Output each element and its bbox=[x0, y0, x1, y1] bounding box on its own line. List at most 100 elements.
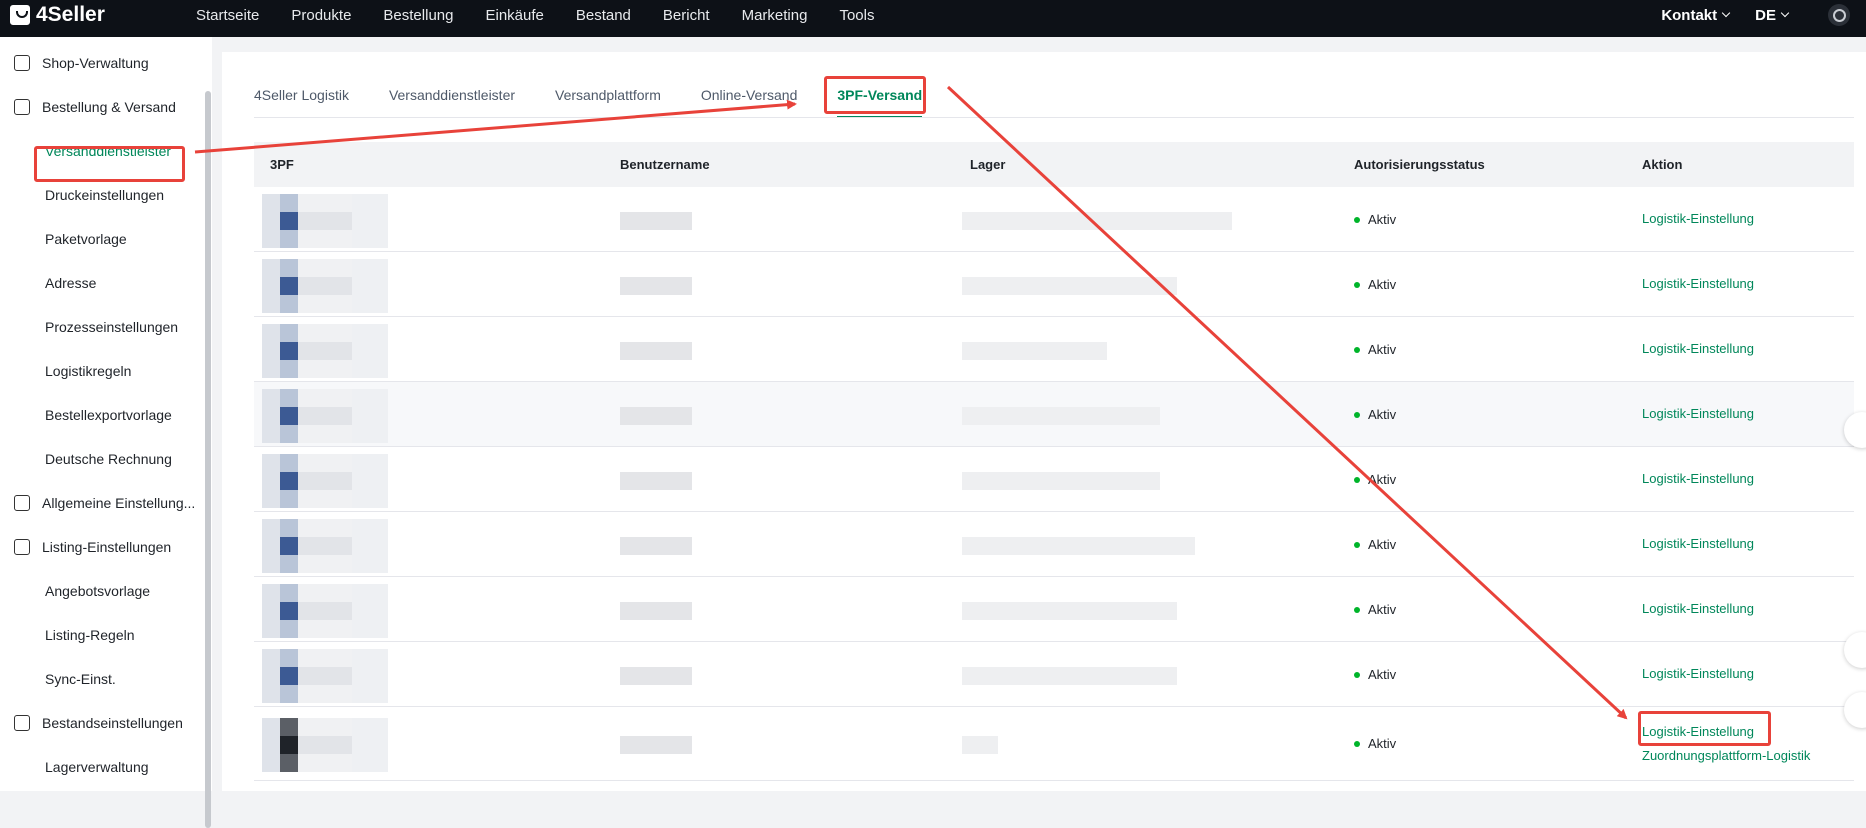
redacted-username bbox=[620, 407, 692, 425]
sidebar-item-12[interactable]: Angebotsvorlage bbox=[0, 569, 200, 613]
status-label: Aktiv bbox=[1368, 736, 1397, 751]
status-label: Aktiv bbox=[1368, 342, 1397, 357]
redacted-warehouse bbox=[962, 472, 1160, 490]
logistics-settings-link[interactable]: Logistik-Einstellung bbox=[1642, 276, 1754, 291]
settings-gear-icon[interactable] bbox=[1828, 4, 1850, 26]
sidebar-item-0[interactable]: Shop-Verwaltung bbox=[0, 41, 200, 85]
status-dot-icon bbox=[1354, 541, 1360, 548]
settings-icon bbox=[14, 495, 30, 511]
status-label: Aktiv bbox=[1368, 667, 1397, 682]
tab-1[interactable]: Versanddienstleister bbox=[389, 80, 515, 118]
sidebar-item-label: Prozesseinstellungen bbox=[45, 319, 179, 335]
logistics-settings-link[interactable]: Logistik-Einstellung bbox=[1642, 211, 1754, 226]
annotation-highlight-sidebar bbox=[34, 146, 185, 182]
order-icon bbox=[14, 99, 30, 115]
shop-icon bbox=[14, 55, 30, 71]
topnav-item-7[interactable]: Tools bbox=[839, 7, 874, 24]
tab-2[interactable]: Versandplattform bbox=[555, 80, 661, 118]
platform-mapping-link[interactable]: Zuordnungsplattform-Logistik bbox=[1642, 748, 1810, 763]
sidebar-item-5[interactable]: Adresse bbox=[0, 261, 200, 305]
logistics-settings-link[interactable]: Logistik-Einstellung bbox=[1642, 666, 1754, 681]
redacted-username bbox=[620, 667, 692, 685]
topnav-item-3[interactable]: Einkäufe bbox=[485, 7, 543, 24]
chevron-down-icon bbox=[1721, 8, 1731, 18]
redacted-logo bbox=[262, 194, 392, 248]
column-header-2: Lager bbox=[970, 157, 1006, 172]
tab-0[interactable]: 4Seller Logistik bbox=[254, 80, 349, 118]
sidebar-item-11[interactable]: Listing-Einstellungen bbox=[0, 525, 200, 569]
listing-icon bbox=[14, 539, 30, 555]
topnav-item-6[interactable]: Marketing bbox=[742, 7, 808, 24]
topnav-item-4[interactable]: Bestand bbox=[576, 7, 631, 24]
redacted-logo bbox=[262, 649, 392, 703]
redacted-warehouse bbox=[962, 277, 1177, 295]
status-label: Aktiv bbox=[1368, 472, 1397, 487]
sidebar-item-label: Adresse bbox=[45, 275, 97, 291]
sidebar-item-label: Paketvorlage bbox=[45, 231, 127, 247]
status-dot-icon bbox=[1354, 346, 1360, 353]
redacted-warehouse bbox=[962, 407, 1160, 425]
logistics-settings-link[interactable]: Logistik-Einstellung bbox=[1642, 601, 1754, 616]
sidebar-item-14[interactable]: Sync-Einst. bbox=[0, 657, 200, 701]
redacted-username bbox=[620, 212, 692, 230]
table-row: Aktiv Logistik-Einstellung Zuordnungsplatt… bbox=[254, 707, 1854, 781]
sidebar-item-label: Allgemeine Einstellung... bbox=[42, 495, 196, 511]
annotation-highlight-tab bbox=[824, 76, 926, 114]
column-header-4: Aktion bbox=[1642, 157, 1683, 172]
redacted-warehouse bbox=[962, 537, 1195, 555]
status-dot-icon bbox=[1354, 671, 1360, 678]
table-row: Aktiv Logistik-Einstellung bbox=[254, 642, 1854, 707]
logistics-settings-link[interactable]: Logistik-Einstellung bbox=[1642, 406, 1754, 421]
sidebar-item-label: Listing-Einstellungen bbox=[42, 539, 172, 555]
sidebar-item-10[interactable]: Allgemeine Einstellung... bbox=[0, 481, 200, 525]
status-label: Aktiv bbox=[1368, 537, 1397, 552]
brand-logo[interactable]: 4Seller bbox=[10, 0, 105, 30]
language-dropdown[interactable]: DE bbox=[1755, 6, 1790, 24]
redacted-username bbox=[620, 472, 692, 490]
sidebar-item-6[interactable]: Prozesseinstellungen bbox=[0, 305, 200, 349]
sidebar-item-4[interactable]: Paketvorlage bbox=[0, 217, 200, 261]
topnav-item-1[interactable]: Produkte bbox=[291, 7, 351, 24]
table-row: Aktiv Logistik-Einstellung bbox=[254, 512, 1854, 577]
language-label: DE bbox=[1755, 6, 1776, 24]
status-badge: Aktiv bbox=[1354, 537, 1396, 552]
tab-divider bbox=[254, 117, 1854, 118]
status-label: Aktiv bbox=[1368, 212, 1397, 227]
column-header-3: Autorisierungsstatus bbox=[1354, 157, 1485, 172]
topnav-item-2[interactable]: Bestellung bbox=[383, 7, 453, 24]
logistics-settings-link[interactable]: Logistik-Einstellung bbox=[1642, 471, 1754, 486]
status-label: Aktiv bbox=[1368, 602, 1397, 617]
sidebar-item-label: Bestellexportvorlage bbox=[45, 407, 172, 423]
redacted-username bbox=[620, 277, 692, 295]
chevron-down-icon bbox=[1780, 8, 1790, 18]
contact-label: Kontakt bbox=[1661, 6, 1718, 24]
table-header: 3PF Benutzername Lager Autorisierungsstatus… bbox=[254, 142, 1854, 187]
logistics-settings-link[interactable]: Logistik-Einstellung bbox=[1642, 341, 1754, 356]
sidebar-item-15[interactable]: Bestandseinstellungen bbox=[0, 701, 200, 745]
status-dot-icon bbox=[1354, 476, 1360, 483]
topnav-item-0[interactable]: Startseite bbox=[196, 7, 259, 24]
sidebar-item-9[interactable]: Deutsche Rechnung bbox=[0, 437, 200, 481]
contact-dropdown[interactable]: Kontakt bbox=[1661, 6, 1731, 24]
status-dot-icon bbox=[1354, 740, 1360, 747]
status-badge: Aktiv bbox=[1354, 342, 1396, 357]
sidebar-item-7[interactable]: Logistikregeln bbox=[0, 349, 200, 393]
redacted-warehouse bbox=[962, 667, 1177, 685]
topnav-item-5[interactable]: Bericht bbox=[663, 7, 710, 24]
sidebar-item-8[interactable]: Bestellexportvorlage bbox=[0, 393, 200, 437]
status-label: Aktiv bbox=[1368, 277, 1397, 292]
shopping-bag-icon bbox=[10, 5, 30, 25]
top-right-controls: Kontakt DE bbox=[1661, 0, 1866, 30]
sidebar-item-13[interactable]: Listing-Regeln bbox=[0, 613, 200, 657]
sidebar-item-label: Sync-Einst. bbox=[45, 671, 116, 687]
table-row: Aktiv Logistik-Einstellung bbox=[254, 187, 1854, 252]
logistics-settings-link[interactable]: Logistik-Einstellung bbox=[1642, 536, 1754, 551]
sidebar-scrollbar[interactable] bbox=[205, 91, 211, 828]
tab-3[interactable]: Online-Versand bbox=[701, 80, 798, 118]
sidebar-item-label: Bestandseinstellungen bbox=[42, 715, 183, 731]
column-header-0: 3PF bbox=[270, 157, 294, 172]
sidebar-item-1[interactable]: Bestellung & Versand bbox=[0, 85, 200, 129]
status-badge: Aktiv bbox=[1354, 472, 1396, 487]
table-row: Aktiv Logistik-Einstellung bbox=[254, 252, 1854, 317]
sidebar-item-16[interactable]: Lagerverwaltung bbox=[0, 745, 200, 789]
